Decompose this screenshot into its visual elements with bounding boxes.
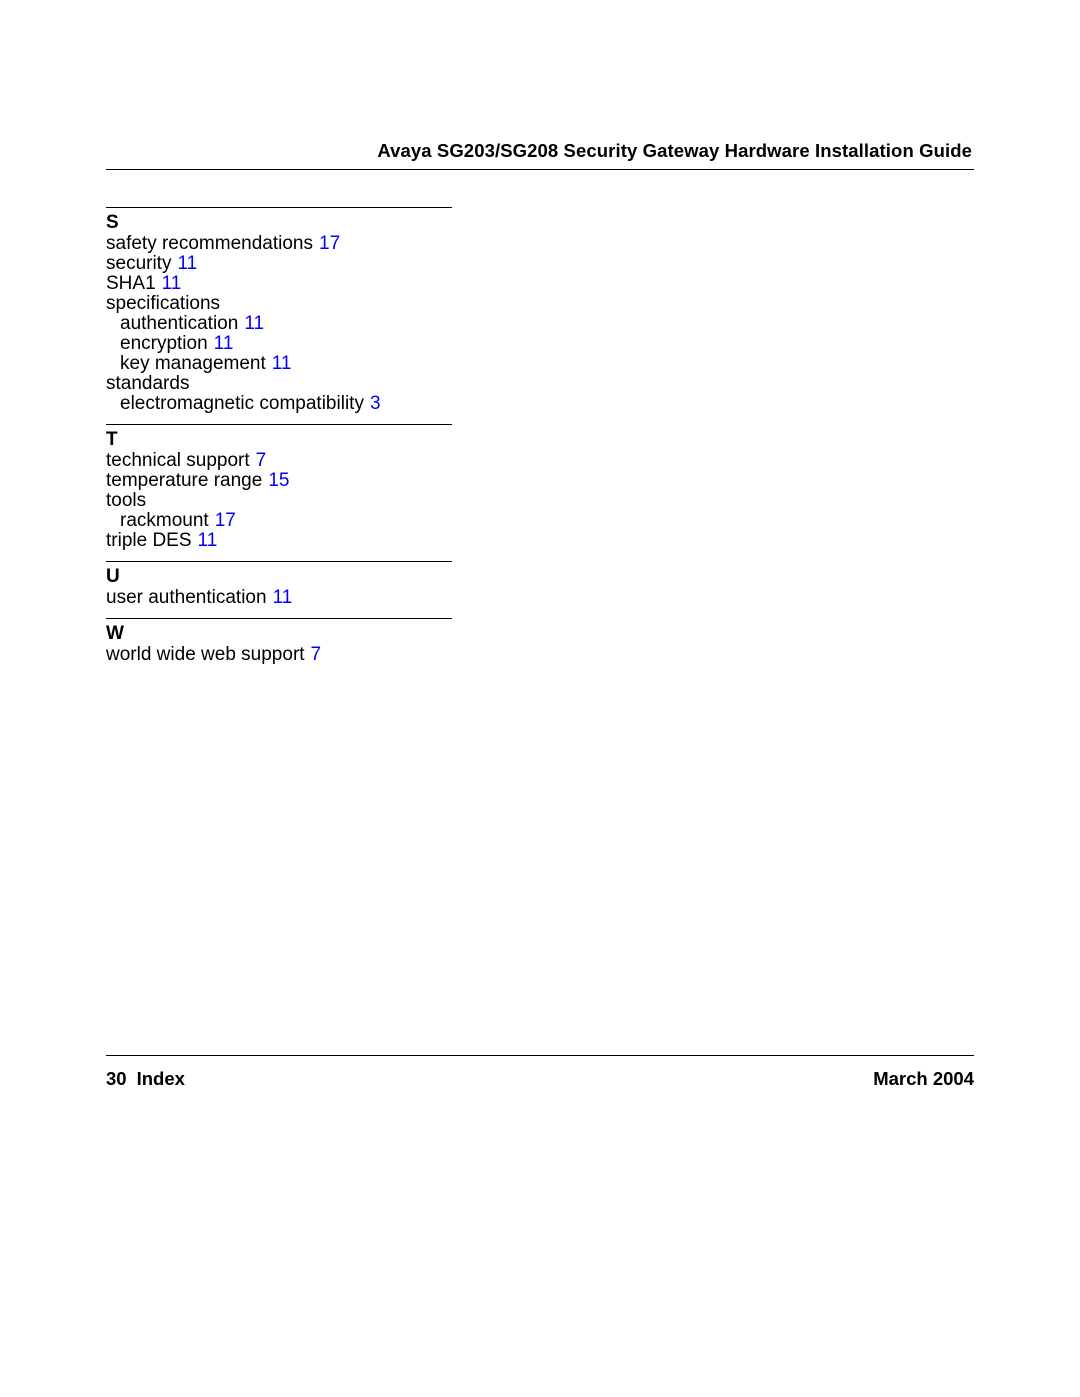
index-entry: triple DES 11 (106, 531, 459, 551)
index-entry: standards (106, 374, 459, 394)
section-rule (106, 207, 452, 208)
index-column: S safety recommendations17 security11 SH… (106, 207, 459, 665)
page-link[interactable]: 11 (273, 587, 293, 608)
index-label: standards (106, 373, 189, 394)
index-entry: tools (106, 491, 459, 511)
index-entry: technical support 7 (106, 451, 459, 471)
index-label: authentication (120, 313, 238, 334)
page-link[interactable]: 11 (198, 530, 218, 551)
index-label: key management (120, 353, 266, 374)
index-label: security (106, 253, 171, 274)
section-rule (106, 424, 452, 425)
index-subentry: key management 11 (120, 354, 459, 374)
page-number: 30 (106, 1068, 127, 1089)
index-entry: specifications (106, 294, 459, 314)
running-header: Avaya SG203/SG208 Security Gateway Hardw… (377, 140, 972, 162)
index-entry: safety recommendations 17 (106, 234, 459, 254)
index-label: specifications (106, 293, 220, 314)
page-link[interactable]: 3 (370, 393, 381, 414)
page-link[interactable]: 11 (272, 353, 292, 374)
index-label: triple DES (106, 530, 192, 551)
index-label: electromagnetic compatibility (120, 393, 364, 414)
header-rule (106, 169, 974, 170)
index-subentry: electromagnetic compatibility 3 (120, 394, 459, 414)
index-entry: temperature range 15 (106, 471, 459, 491)
page-link[interactable]: 17 (215, 510, 236, 531)
index-label: technical support (106, 450, 250, 471)
index-label: temperature range (106, 470, 262, 491)
section-rule (106, 618, 452, 619)
page-link[interactable]: 11 (214, 333, 234, 354)
page-link[interactable]: 17 (319, 233, 340, 254)
index-label: user authentication (106, 587, 267, 608)
section-rule (106, 561, 452, 562)
section-heading-t: T (106, 429, 459, 451)
index-entry: user authentication 11 (106, 588, 459, 608)
page-link[interactable]: 11 (244, 313, 264, 334)
section-name: Index (137, 1068, 185, 1089)
page-link[interactable]: 11 (177, 253, 197, 274)
document-page: Avaya SG203/SG208 Security Gateway Hardw… (0, 0, 1080, 1397)
index-entry: security 11 (106, 254, 459, 274)
index-label: rackmount (120, 510, 209, 531)
index-label: world wide web support (106, 644, 305, 665)
footer-date: March 2004 (873, 1068, 974, 1090)
index-label: safety recommendations (106, 233, 313, 254)
index-entry: world wide web support 7 (106, 645, 459, 665)
index-label: tools (106, 490, 146, 511)
index-subentry: encryption 11 (120, 334, 459, 354)
page-link[interactable]: 15 (268, 470, 289, 491)
page-link[interactable]: 11 (162, 273, 182, 294)
index-entry: SHA1 11 (106, 274, 459, 294)
page-link[interactable]: 7 (256, 450, 267, 471)
index-subentry: authentication 11 (120, 314, 459, 334)
footer-left: 30 Index (106, 1068, 185, 1090)
section-heading-s: S (106, 212, 459, 234)
footer-rule (106, 1055, 974, 1056)
index-label: SHA1 (106, 273, 156, 294)
index-subentry: rackmount 17 (120, 511, 459, 531)
section-heading-u: U (106, 566, 459, 588)
index-label: encryption (120, 333, 208, 354)
section-heading-w: W (106, 623, 459, 645)
page-link[interactable]: 7 (311, 644, 322, 665)
